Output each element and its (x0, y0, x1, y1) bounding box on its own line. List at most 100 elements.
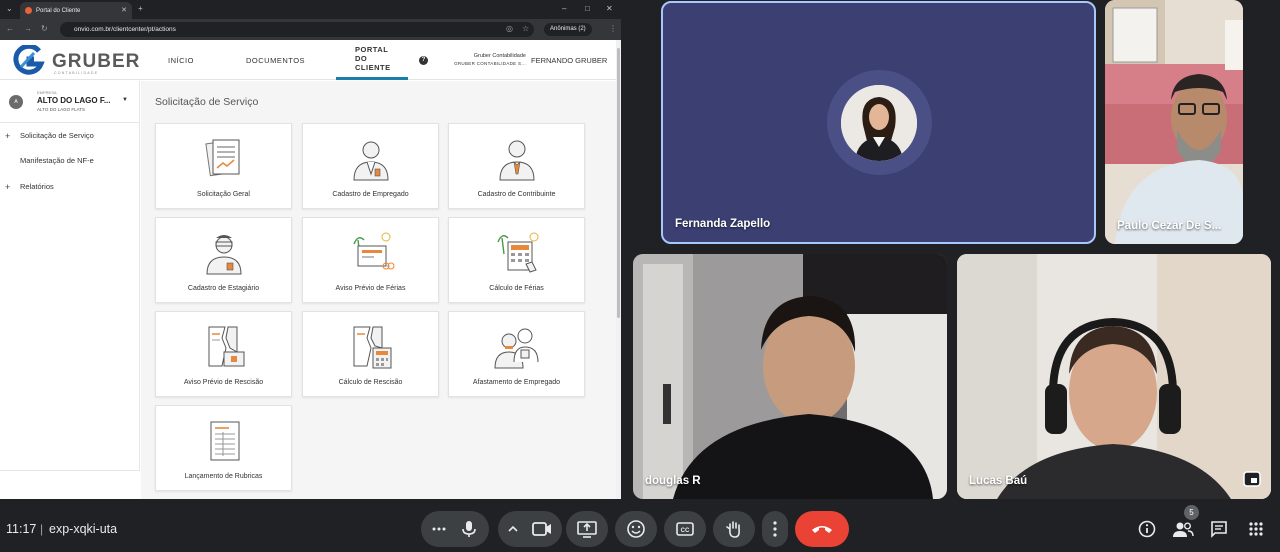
raise-hand-button[interactable] (713, 511, 755, 547)
captions-button[interactable]: CC (664, 511, 706, 547)
logo-text: GRUBER (52, 51, 141, 72)
card-label: Lançamento de Rubricas (184, 473, 263, 480)
minimize-icon[interactable]: – (562, 3, 566, 15)
card-afastamento-empregado[interactable]: Afastamento de Empregado (448, 311, 585, 397)
more-audio-icon[interactable] (429, 519, 449, 539)
nav-portal-do-cliente[interactable]: PORTAL DO CLIENTE (336, 40, 408, 80)
card-cadastro-estagiario[interactable]: Cadastro de Estagiário (155, 217, 292, 303)
vacation-notice-icon (353, 232, 395, 270)
gruber-logo-icon (13, 45, 45, 75)
company-label: EMPRESA (37, 90, 57, 95)
camera-control-group (498, 511, 562, 547)
sidebar-item-label: Relatórios (20, 182, 54, 191)
participant-tile-douglas[interactable]: douglas R (633, 254, 947, 499)
tab-strip: ⌄ Portal do Cliente ✕ + – □ ✕ (0, 0, 621, 19)
card-label: Aviso Prévio de Rescisão (183, 379, 264, 386)
participant-tile-lucas[interactable]: Lucas Baú (957, 254, 1271, 499)
new-tab-icon[interactable]: + (138, 3, 143, 15)
card-aviso-rescisao[interactable]: Aviso Prévio de Rescisão (155, 311, 292, 397)
card-aviso-ferias[interactable]: Aviso Prévio de Férias (302, 217, 439, 303)
tab-search-icon[interactable]: ⌄ (6, 3, 13, 15)
screen: ⌄ Portal do Cliente ✕ + – □ ✕ ← → ↻ onvi… (0, 0, 1280, 552)
participant-tile-fernanda[interactable]: Fernanda Zapello (661, 1, 1096, 244)
camera-icon[interactable] (531, 519, 553, 539)
present-screen-button[interactable] (566, 511, 608, 547)
pip-icon[interactable] (1243, 471, 1261, 487)
bookmark-star-icon[interactable]: ☆ (522, 24, 529, 33)
reactions-button[interactable] (615, 511, 657, 547)
card-cadastro-empregado[interactable]: Cadastro de Empregado (302, 123, 439, 209)
activities-button[interactable] (1245, 518, 1267, 540)
info-icon (1138, 520, 1156, 538)
sidebar-item-solicitacao[interactable]: + Solicitação de Serviço (0, 128, 140, 144)
meeting-info-button[interactable] (1136, 518, 1158, 540)
browser-tab[interactable]: Portal do Cliente ✕ (20, 2, 132, 19)
tab-title: Portal do Cliente (36, 7, 81, 14)
tracking-off-icon[interactable]: ◎ (506, 24, 513, 33)
leave-icon (494, 328, 539, 369)
incognito-badge[interactable]: Anônimas (2) (544, 23, 592, 36)
back-icon[interactable]: ← (6, 24, 14, 33)
help-icon[interactable]: ? (419, 56, 428, 65)
end-call-icon (812, 526, 832, 533)
svg-text:CC: CC (681, 528, 690, 534)
account-name: Gruber Contabilidade (473, 53, 526, 59)
nav-inicio[interactable]: INÍCIO (168, 40, 194, 80)
scrollbar-thumb[interactable] (617, 48, 620, 318)
close-tab-icon[interactable]: ✕ (121, 6, 127, 14)
card-calculo-ferias[interactable]: Cálculo de Férias (448, 217, 585, 303)
card-label: Cadastro de Contribuinte (477, 191, 556, 198)
nav-portal-line1: PORTAL (355, 45, 389, 54)
close-window-icon[interactable]: ✕ (606, 3, 613, 15)
chat-button[interactable] (1208, 518, 1230, 540)
maximize-icon[interactable]: □ (585, 3, 590, 15)
card-label: Cálculo de Férias (489, 285, 544, 292)
participant-name: Lucas Baú (969, 475, 1028, 487)
general-request-icon (205, 139, 240, 177)
employee-icon (353, 141, 389, 181)
participant-count-badge: 5 (1184, 505, 1199, 520)
people-button[interactable] (1172, 518, 1194, 540)
gruber-logo[interactable]: GRUBER CONTABILIDADE (12, 45, 140, 75)
account-switcher[interactable]: Gruber Contabilidade GRUBER CONTABILIDAD… (441, 52, 526, 68)
leave-call-button[interactable] (795, 511, 849, 547)
page-title: Solicitação de Serviço (155, 96, 259, 108)
card-lancamento-rubricas[interactable]: Lançamento de Rubricas (155, 405, 292, 491)
browser-menu-icon[interactable]: ⋮ (609, 24, 617, 33)
chevron-up-icon[interactable] (505, 521, 521, 537)
avatar (841, 85, 917, 161)
company-selector[interactable]: A EMPRESA ALTO DO LAGO F... ALTO DO LAGO… (0, 81, 140, 123)
nav-documentos[interactable]: DOCUMENTOS (246, 40, 305, 80)
card-calculo-rescisao[interactable]: Cálculo de Rescisão (302, 311, 439, 397)
user-menu[interactable]: FERNANDO GRUBER (531, 56, 607, 65)
page-scrollbar[interactable] (616, 40, 621, 499)
sidebar-item-relatorios[interactable]: + Relatórios (0, 179, 140, 195)
nav-portal-line3: CLIENTE (355, 63, 391, 72)
chevron-down-icon[interactable]: ▼ (122, 97, 128, 103)
url-bar[interactable]: onvio.com.br/clientcenter/pt/actions (60, 22, 534, 37)
sidebar-item-label: Solicitação de Serviço (20, 131, 94, 140)
more-options-button[interactable] (762, 511, 788, 547)
expand-icon: + (5, 182, 11, 192)
microphone-icon[interactable] (459, 519, 479, 539)
company-name: ALTO DO LAGO F... (37, 96, 111, 105)
card-solicitacao-geral[interactable]: Solicitação Geral (155, 123, 292, 209)
nav-portal-line2: DO (355, 54, 368, 63)
forward-icon[interactable]: → (24, 24, 32, 33)
captions-icon: CC (676, 522, 694, 536)
address-bar-row: ← → ↻ onvio.com.br/clientcenter/pt/actio… (0, 19, 621, 40)
sidebar-item-label: Manifestação de NF-e (20, 156, 94, 165)
logo-subtext: CONTABILIDADE (54, 71, 99, 75)
vacation-calc-icon (497, 232, 539, 273)
present-screen-icon (577, 521, 597, 538)
people-icon (1173, 522, 1194, 537)
more-vert-icon (773, 521, 777, 537)
meeting-code[interactable]: exp-xqki-uta (49, 522, 117, 536)
reload-icon[interactable]: ↻ (41, 24, 48, 33)
participant-tile-paulo[interactable]: Paulo Cezar De S... (1105, 0, 1243, 244)
sidebar: A EMPRESA ALTO DO LAGO F... ALTO DO LAGO… (0, 81, 140, 471)
card-label: Cadastro de Empregado (332, 191, 409, 198)
meet-control-bar: 11:17 | exp-xqki-uta CC 5 (0, 505, 1280, 552)
card-cadastro-contribuinte[interactable]: Cadastro de Contribuinte (448, 123, 585, 209)
sidebar-item-manifestacao[interactable]: Manifestação de NF-e (0, 153, 140, 169)
